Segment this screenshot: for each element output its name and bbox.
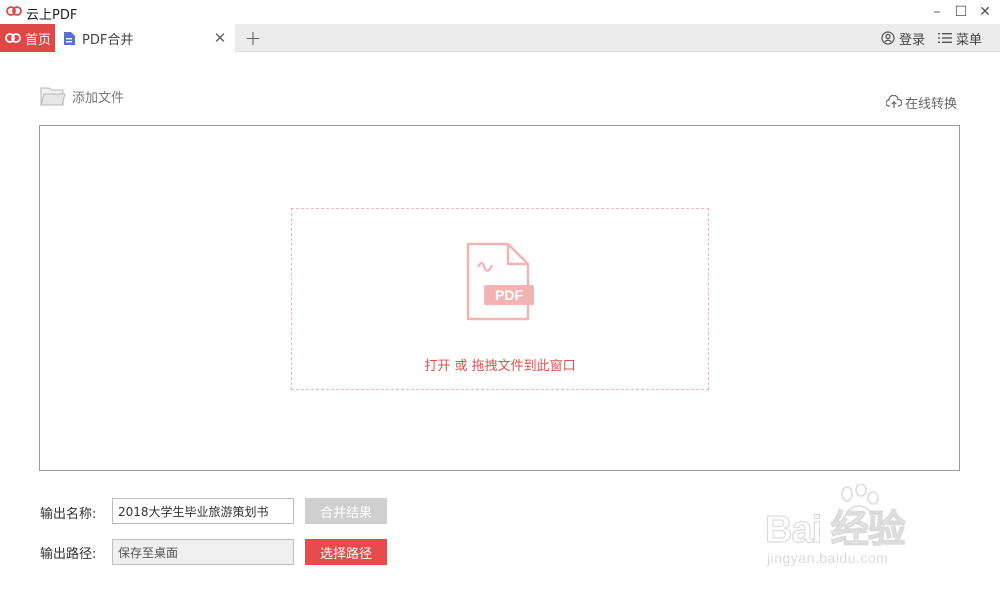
watermark-sub-text: jingyan.baidu.com [767,550,889,566]
cloud-logo-icon [5,33,21,43]
drop-zone[interactable]: PDF 打开 或 拖拽文件到此窗口 [291,208,709,390]
tab-home-label: 首页 [25,32,52,48]
login-label: 登录 [899,32,926,48]
tab-close-icon[interactable]: ✕ [212,28,228,48]
file-list-panel[interactable]: PDF 打开 或 拖拽文件到此窗口 [39,125,960,471]
add-file-label: 添加文件 [72,90,125,106]
login-button[interactable]: 登录 [881,28,925,48]
menu-label: 菜单 [956,32,983,48]
online-convert-label: 在线转换 [905,96,958,112]
watermark-main-text: Bai 经验 [764,508,906,551]
output-name-label: 输出名称: [40,507,97,522]
tab-pdf-merge[interactable]: PDF合并 [55,24,235,52]
output-path-input[interactable]: 保存至桌面 [112,539,294,565]
cloud-upload-icon [886,95,902,108]
document-icon [64,31,75,45]
online-convert-button[interactable]: 在线转换 [886,92,957,112]
app-title: 云上PDF [26,8,78,23]
folder-icon [40,87,66,106]
baidu-watermark: Bai 经验 jingyan.baidu.com [764,484,955,574]
maximize-button[interactable]: ☐ [950,2,972,22]
pdf-icon-text: PDF [495,287,523,303]
drop-hint: 打开 或 拖拽文件到此窗口 [424,359,576,374]
merge-button[interactable]: 合并结果 [305,498,387,524]
app-window: 云上PDF – ☐ ✕ 首页 PDF合并 ✕ + 登录 菜单 添加文件 在线转换… [0,0,1000,591]
choose-path-button[interactable]: 选择路径 [305,539,387,565]
menu-button[interactable]: 菜单 [938,28,982,48]
add-tab-icon[interactable]: + [243,26,263,50]
output-path-label: 输出路径: [40,547,97,562]
title-bar: 云上PDF – ☐ ✕ [0,0,1000,24]
list-menu-icon [938,33,952,43]
tab-pdf-merge-label: PDF合并 [82,32,134,48]
close-window-button[interactable]: ✕ [974,2,996,22]
user-icon [881,31,895,45]
minimize-button[interactable]: – [926,2,948,22]
tab-bar: 首页 PDF合并 ✕ + 登录 菜单 [0,24,1000,52]
tab-home[interactable]: 首页 [0,24,55,52]
add-file-button[interactable]: 添加文件 [40,84,124,108]
output-name-input[interactable]: 2018大学生毕业旅游策划书 [112,498,294,524]
pdf-file-icon: PDF [466,242,534,321]
app-logo-icon [6,6,22,16]
